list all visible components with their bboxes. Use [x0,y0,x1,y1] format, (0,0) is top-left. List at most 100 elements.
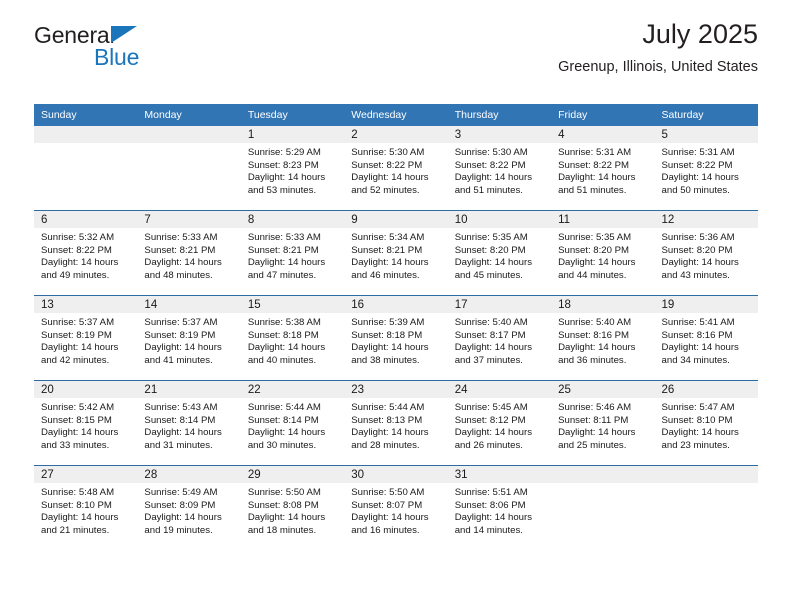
calendar-day-cell[interactable]: 14 Sunrise: 5:37 AM Sunset: 8:19 PM Dayligh… [137,295,241,381]
day-details: Sunrise: 5:40 AM Sunset: 8:17 PM Daylight:… [448,313,551,367]
day-detail-line: Sunset: 8:23 PM [247,159,319,171]
day-number: 20 [34,381,138,398]
day-detail-line: and 53 minutes. [247,184,317,196]
day-detail-line: Sunset: 8:19 PM [144,329,216,341]
calendar-day-cell[interactable]: 1 Sunrise: 5:29 AM Sunset: 8:23 PM Daylight… [240,126,345,211]
day-detail-line: Sunset: 8:17 PM [454,329,526,341]
calendar-day-cell[interactable]: 4 Sunrise: 5:31 AM Sunset: 8:22 PM Daylight… [551,126,655,211]
day-details: Sunrise: 5:30 AM Sunset: 8:22 PM Daylight:… [344,143,447,197]
weekday-header-saturday: Saturday [654,104,758,126]
day-detail-line: Daylight: 14 hours [351,512,429,524]
day-details: Sunrise: 5:37 AM Sunset: 8:19 PM Daylight:… [137,313,240,367]
calendar-day-cell[interactable]: 27 Sunrise: 5:48 AM Sunset: 8:10 PM Dayligh… [34,465,138,550]
calendar-empty-cell [137,126,241,211]
day-details: Sunrise: 5:37 AM Sunset: 8:19 PM Daylight:… [34,313,137,367]
calendar-day-cell[interactable]: 12 Sunrise: 5:36 AM Sunset: 8:20 PM Dayligh… [654,210,758,296]
day-detail-line: and 44 minutes. [558,269,627,281]
calendar-day-cell[interactable]: 7 Sunrise: 5:33 AM Sunset: 8:21 PM Daylight… [137,210,241,296]
day-details: Sunrise: 5:48 AM Sunset: 8:10 PM Daylight:… [34,483,137,537]
calendar-day-cell[interactable]: 21 Sunrise: 5:43 AM Sunset: 8:14 PM Dayligh… [137,380,241,466]
calendar-day-cell[interactable]: 16 Sunrise: 5:39 AM Sunset: 8:18 PM Dayligh… [344,295,448,381]
day-number: 22 [240,381,345,398]
day-detail-line: Sunrise: 5:33 AM [144,232,218,243]
day-number: 29 [240,466,345,483]
day-detail-line: Daylight: 14 hours [144,342,222,354]
day-details: Sunrise: 5:50 AM Sunset: 8:08 PM Daylight:… [241,483,344,537]
calendar-empty-cell [551,465,655,550]
day-detail-line: Sunrise: 5:43 AM [144,402,218,413]
day-detail-line: and 46 minutes. [351,269,420,281]
day-detail-line: Sunrise: 5:31 AM [558,147,632,158]
calendar-day-cell[interactable]: 11 Sunrise: 5:35 AM Sunset: 8:20 PM Dayligh… [551,210,655,296]
day-details: Sunrise: 5:36 AM Sunset: 8:20 PM Daylight:… [655,228,758,282]
general-blue-logo[interactable]: General Blue [34,22,254,74]
calendar-day-cell[interactable]: 18 Sunrise: 5:40 AM Sunset: 8:16 PM Dayligh… [551,295,655,381]
day-detail-line: Sunset: 8:19 PM [41,329,112,341]
calendar-day-cell[interactable]: 31 Sunrise: 5:51 AM Sunset: 8:06 PM Dayligh… [447,465,552,550]
weekday-header-wednesday: Wednesday [344,104,448,126]
calendar-day-cell[interactable]: 22 Sunrise: 5:44 AM Sunset: 8:14 PM Dayligh… [240,380,345,466]
day-detail-line: and 28 minutes. [351,439,420,451]
day-detail-line: Daylight: 14 hours [351,257,429,269]
day-detail-line: Daylight: 14 hours [454,257,533,269]
calendar-day-cell[interactable]: 17 Sunrise: 5:40 AM Sunset: 8:17 PM Dayligh… [447,295,552,381]
day-detail-line: Sunrise: 5:41 AM [661,317,735,328]
day-number: 31 [447,466,552,483]
day-details: Sunrise: 5:47 AM Sunset: 8:10 PM Daylight:… [655,398,758,452]
day-detail-line: and 51 minutes. [454,184,523,196]
day-detail-line: Sunset: 8:18 PM [247,329,319,341]
calendar-day-cell[interactable]: 26 Sunrise: 5:47 AM Sunset: 8:10 PM Dayligh… [654,380,758,466]
calendar-day-cell[interactable]: 28 Sunrise: 5:49 AM Sunset: 8:09 PM Dayligh… [137,465,241,550]
calendar-day-cell[interactable]: 2 Sunrise: 5:30 AM Sunset: 8:22 PM Daylight… [344,126,448,211]
day-number: 12 [654,211,758,228]
day-detail-line: Daylight: 14 hours [351,172,429,184]
calendar-day-cell[interactable]: 25 Sunrise: 5:46 AM Sunset: 8:11 PM Dayligh… [551,380,655,466]
calendar-day-cell[interactable]: 30 Sunrise: 5:50 AM Sunset: 8:07 PM Dayligh… [344,465,448,550]
calendar-day-cell[interactable]: 5 Sunrise: 5:31 AM Sunset: 8:22 PM Daylight… [654,126,758,211]
logo-text-blue: Blue [94,44,140,70]
calendar-week-row: 6 Sunrise: 5:32 AM Sunset: 8:22 PM Daylight… [34,210,758,296]
day-detail-line: Sunset: 8:14 PM [144,414,216,426]
day-number [34,126,138,143]
day-number: 7 [137,211,241,228]
weekday-header-tuesday: Tuesday [240,104,345,126]
day-details: Sunrise: 5:39 AM Sunset: 8:18 PM Daylight:… [344,313,447,367]
calendar-day-cell[interactable]: 19 Sunrise: 5:41 AM Sunset: 8:16 PM Dayligh… [654,295,758,381]
day-number: 21 [137,381,241,398]
calendar-day-cell[interactable]: 29 Sunrise: 5:50 AM Sunset: 8:08 PM Dayligh… [240,465,345,550]
calendar-day-cell[interactable]: 9 Sunrise: 5:34 AM Sunset: 8:21 PM Daylight… [344,210,448,296]
day-number: 4 [551,126,655,143]
day-details: Sunrise: 5:43 AM Sunset: 8:14 PM Daylight:… [137,398,240,452]
calendar-day-cell[interactable]: 20 Sunrise: 5:42 AM Sunset: 8:15 PM Dayligh… [34,380,138,466]
calendar-day-cell[interactable]: 8 Sunrise: 5:33 AM Sunset: 8:21 PM Daylight… [240,210,345,296]
day-detail-line: Daylight: 14 hours [144,512,222,524]
calendar-day-cell[interactable]: 6 Sunrise: 5:32 AM Sunset: 8:22 PM Daylight… [34,210,138,296]
calendar-day-cell[interactable]: 13 Sunrise: 5:37 AM Sunset: 8:19 PM Dayligh… [34,295,138,381]
calendar-day-cell[interactable]: 24 Sunrise: 5:45 AM Sunset: 8:12 PM Dayligh… [447,380,552,466]
day-details: Sunrise: 5:33 AM Sunset: 8:21 PM Daylight:… [137,228,240,282]
day-detail-line: Sunset: 8:13 PM [351,414,423,426]
day-number: 28 [137,466,241,483]
day-detail-line: and 21 minutes. [41,524,110,536]
day-detail-line: and 45 minutes. [454,269,523,281]
day-number [551,466,655,483]
day-detail-line: Daylight: 14 hours [41,257,119,269]
day-detail-line: and 38 minutes. [351,354,420,366]
day-detail-line: Daylight: 14 hours [351,427,429,439]
day-details: Sunrise: 5:49 AM Sunset: 8:09 PM Daylight:… [137,483,240,537]
calendar-day-cell[interactable]: 15 Sunrise: 5:38 AM Sunset: 8:18 PM Dayligh… [240,295,345,381]
day-number: 3 [447,126,552,143]
day-detail-line: Sunrise: 5:37 AM [41,317,115,328]
day-detail-line: Sunrise: 5:33 AM [247,232,321,243]
day-detail-line: Daylight: 14 hours [41,512,119,524]
day-detail-line: Sunset: 8:16 PM [558,329,630,341]
day-detail-line: and 19 minutes. [144,524,213,536]
calendar-day-cell[interactable]: 3 Sunrise: 5:30 AM Sunset: 8:22 PM Daylight… [447,126,552,211]
calendar-day-cell[interactable]: 10 Sunrise: 5:35 AM Sunset: 8:20 PM Dayligh… [447,210,552,296]
day-detail-line: Sunset: 8:21 PM [247,244,319,256]
page-title: July 2025 [642,19,758,49]
calendar-week-row: 1 Sunrise: 5:29 AM Sunset: 8:23 PM Daylight… [34,126,758,211]
weekday-header-sunday: Sunday [34,104,138,126]
day-number: 15 [240,296,345,313]
calendar-day-cell[interactable]: 23 Sunrise: 5:44 AM Sunset: 8:13 PM Dayligh… [344,380,448,466]
